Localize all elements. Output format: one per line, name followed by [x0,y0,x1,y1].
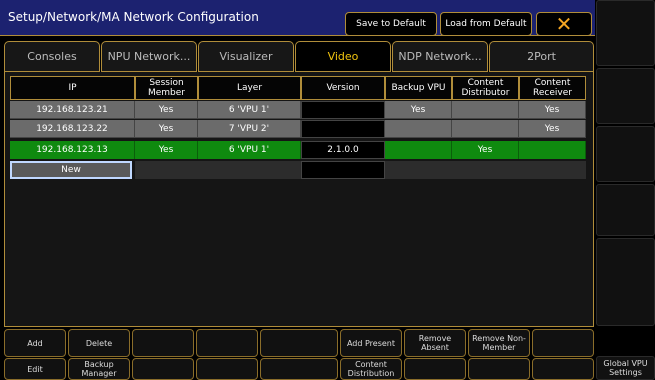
window-title: Setup/Network/MA Network Configuration [8,10,259,24]
row2-session-member[interactable]: Yes [135,120,198,138]
row3-ip[interactable]: 192.168.123.13 [10,141,135,159]
tab-visualizer[interactable]: Visualizer [198,41,294,72]
row1-layer[interactable]: 6 'VPU 1' [198,101,301,119]
row2-backup-vpu[interactable] [385,120,452,138]
empty-button-5[interactable] [132,358,194,380]
header-layer[interactable]: Layer [198,76,301,100]
row1-backup-vpu[interactable]: Yes [385,101,452,119]
load-from-default-button[interactable]: Load from Default [440,12,532,36]
add-button[interactable]: Add [4,329,66,357]
side-slot-3[interactable] [596,126,655,182]
empty-button-2[interactable] [196,329,258,357]
row1-version[interactable] [301,101,385,119]
tab-2port[interactable]: 2Port [489,41,594,72]
header-ip[interactable]: IP [10,76,135,100]
side-slot-1[interactable] [596,0,655,66]
new-row-button[interactable]: New [10,161,132,179]
header-session-member[interactable]: Session Member [135,76,198,100]
row1-content-distributor[interactable] [452,101,519,119]
side-slot-4[interactable] [596,184,655,236]
header-content-distributor[interactable]: Content Distributor [452,76,519,100]
new-row-version-cell [301,161,385,179]
header-content-receiver[interactable]: Content Receiver [519,76,586,100]
empty-button-3[interactable] [260,329,338,357]
new-row-filler-right [385,161,586,179]
empty-button-6[interactable] [196,358,258,380]
remove-absent-button[interactable]: Remove Absent [404,329,466,357]
row2-layer[interactable]: 7 'VPU 2' [198,120,301,138]
row3-layer[interactable]: 6 'VPU 1' [198,141,301,159]
row3-backup-vpu[interactable] [385,141,452,159]
new-row-filler [135,161,301,179]
tab-video[interactable]: Video [295,41,391,72]
empty-button-8[interactable] [404,358,466,380]
header-backup-vpu[interactable]: Backup VPU [385,76,452,100]
row3-session-member[interactable]: Yes [135,141,198,159]
delete-button[interactable]: Delete [68,329,130,357]
empty-button-4[interactable] [532,329,594,357]
tab-npu-network[interactable]: NPU Network... [101,41,197,72]
row1-ip[interactable]: 192.168.123.21 [10,101,135,119]
row1-content-receiver[interactable]: Yes [519,101,586,119]
row2-version[interactable] [301,120,385,138]
side-slot-2[interactable] [596,68,655,124]
tab-ndp-network[interactable]: NDP Network... [392,41,488,72]
empty-button-10[interactable] [532,358,594,380]
close-icon: ✕ [555,12,573,36]
close-button[interactable]: ✕ [536,12,592,36]
side-slot-5[interactable] [596,238,655,326]
save-to-default-button[interactable]: Save to Default [345,12,437,36]
global-vpu-settings-button[interactable]: Global VPU Settings [596,356,655,380]
edit-button[interactable]: Edit [4,358,66,380]
remove-non-member-button[interactable]: Remove Non-Member [468,329,530,357]
header-version[interactable]: Version [301,76,385,100]
empty-button-1[interactable] [132,329,194,357]
row1-session-member[interactable]: Yes [135,101,198,119]
row3-content-distributor[interactable]: Yes [452,141,519,159]
row2-content-receiver[interactable]: Yes [519,120,586,138]
empty-button-7[interactable] [260,358,338,380]
content-distribution-button[interactable]: Content Distribution [340,358,402,380]
empty-button-9[interactable] [468,358,530,380]
tab-consoles[interactable]: Consoles [4,41,100,72]
row2-ip[interactable]: 192.168.123.22 [10,120,135,138]
row3-version[interactable]: 2.1.0.0 [301,141,385,159]
backup-manager-button[interactable]: Backup Manager [68,358,130,380]
row3-content-receiver[interactable] [519,141,586,159]
add-present-button[interactable]: Add Present [340,329,402,357]
row2-content-distributor[interactable] [452,120,519,138]
